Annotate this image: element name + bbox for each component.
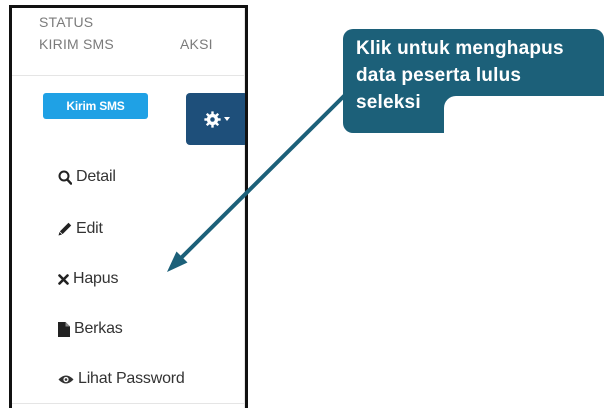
- callout-arrow: [167, 93, 347, 272]
